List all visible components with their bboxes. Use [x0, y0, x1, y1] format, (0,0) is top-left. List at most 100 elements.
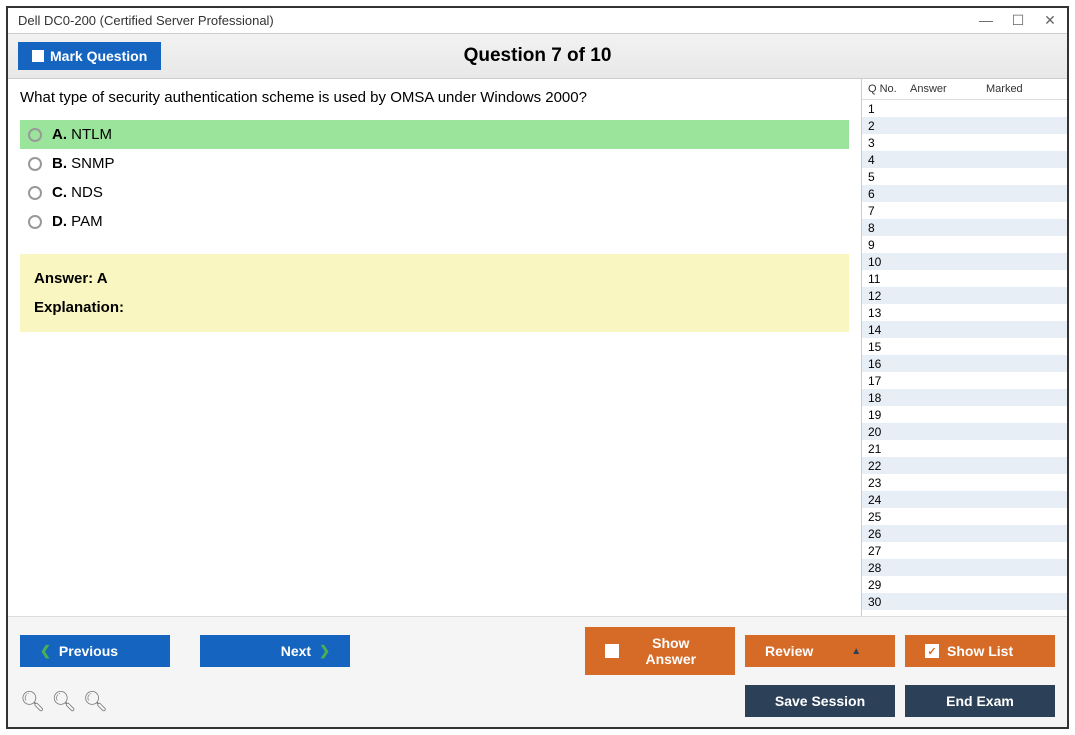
row-qno: 25 [868, 510, 910, 524]
question-row[interactable]: 3 [862, 134, 1067, 151]
close-icon[interactable]: ✕ [1043, 12, 1057, 29]
question-row[interactable]: 1 [862, 100, 1067, 117]
show-answer-button[interactable]: Show Answer [585, 627, 735, 675]
row-qno: 4 [868, 153, 910, 167]
question-row[interactable]: 6 [862, 185, 1067, 202]
row-qno: 5 [868, 170, 910, 184]
previous-button[interactable]: ❮ Previous [20, 635, 170, 667]
row-qno: 16 [868, 357, 910, 371]
window-title: Dell DC0-200 (Certified Server Professio… [18, 13, 274, 28]
end-exam-button[interactable]: End Exam [905, 685, 1055, 717]
checkbox-icon [605, 644, 619, 658]
question-row[interactable]: 5 [862, 168, 1067, 185]
question-row[interactable]: 29 [862, 576, 1067, 593]
maximize-icon[interactable]: ☐ [1011, 12, 1025, 29]
option-A[interactable]: A. NTLM [20, 120, 849, 149]
question-row[interactable]: 10 [862, 253, 1067, 270]
question-row[interactable]: 12 [862, 287, 1067, 304]
row-qno: 2 [868, 119, 910, 133]
row-qno: 11 [868, 272, 910, 286]
next-label: Next [281, 643, 311, 659]
option-C[interactable]: C. NDS [20, 178, 849, 207]
question-row[interactable]: 28 [862, 559, 1067, 576]
checkbox-checked-icon: ✓ [925, 644, 939, 658]
radio-icon [28, 157, 42, 171]
row-qno: 22 [868, 459, 910, 473]
row-qno: 9 [868, 238, 910, 252]
option-text: SNMP [71, 155, 114, 172]
footer-row-1: ❮ Previous Next ❯ Show Answer Review ▲ ✓… [8, 616, 1067, 681]
option-letter: A. [52, 126, 67, 143]
option-letter: B. [52, 155, 67, 172]
minimize-icon[interactable]: — [979, 12, 993, 29]
question-counter: Question 7 of 10 [464, 45, 612, 67]
question-row[interactable]: 2 [862, 117, 1067, 134]
option-B[interactable]: B. SNMP [20, 149, 849, 178]
question-row[interactable]: 19 [862, 406, 1067, 423]
save-session-button[interactable]: Save Session [745, 685, 895, 717]
question-row[interactable]: 21 [862, 440, 1067, 457]
question-row[interactable]: 22 [862, 457, 1067, 474]
row-qno: 10 [868, 255, 910, 269]
zoom-in-icon[interactable]: 🔍︎ [20, 689, 45, 714]
review-button[interactable]: Review ▲ [745, 635, 895, 667]
option-text: PAM [71, 213, 102, 230]
question-row[interactable]: 20 [862, 423, 1067, 440]
answer-label: Answer: A [34, 270, 835, 287]
question-row[interactable]: 9 [862, 236, 1067, 253]
zoom-controls: 🔍︎ 🔍︎ 🔍︎ [20, 689, 108, 714]
show-answer-label: Show Answer [627, 635, 715, 667]
end-exam-label: End Exam [946, 693, 1014, 709]
option-text: NDS [71, 184, 103, 201]
chevron-right-icon: ❯ [319, 643, 330, 659]
question-row[interactable]: 18 [862, 389, 1067, 406]
question-row[interactable]: 23 [862, 474, 1067, 491]
options-list: A. NTLMB. SNMPC. NDSD. PAM [20, 120, 849, 236]
row-qno: 28 [868, 561, 910, 575]
footer-row-2: 🔍︎ 🔍︎ 🔍︎ Save Session End Exam [8, 681, 1067, 727]
question-row[interactable]: 11 [862, 270, 1067, 287]
question-row[interactable]: 17 [862, 372, 1067, 389]
question-row[interactable]: 13 [862, 304, 1067, 321]
question-row[interactable]: 16 [862, 355, 1067, 372]
question-row[interactable]: 7 [862, 202, 1067, 219]
mark-question-button[interactable]: Mark Question [18, 42, 161, 70]
row-qno: 30 [868, 595, 910, 609]
question-row[interactable]: 24 [862, 491, 1067, 508]
zoom-out-icon[interactable]: 🔍︎ [83, 689, 108, 714]
mark-question-label: Mark Question [50, 48, 147, 64]
body: What type of security authentication sch… [8, 79, 1067, 616]
review-label: Review [765, 643, 813, 659]
previous-label: Previous [59, 643, 118, 659]
main-panel: What type of security authentication sch… [8, 79, 861, 616]
sidebar-list[interactable]: 1234567891011121314151617181920212223242… [862, 100, 1067, 616]
question-row[interactable]: 27 [862, 542, 1067, 559]
zoom-reset-icon[interactable]: 🔍︎ [51, 689, 76, 714]
next-button[interactable]: Next ❯ [200, 635, 350, 667]
option-letter: D. [52, 213, 67, 230]
col-qno: Q No. [868, 83, 910, 95]
question-row[interactable]: 8 [862, 219, 1067, 236]
row-qno: 26 [868, 527, 910, 541]
row-qno: 23 [868, 476, 910, 490]
radio-icon [28, 186, 42, 200]
row-qno: 14 [868, 323, 910, 337]
question-row[interactable]: 26 [862, 525, 1067, 542]
row-qno: 27 [868, 544, 910, 558]
question-row[interactable]: 4 [862, 151, 1067, 168]
header-bar: Mark Question Question 7 of 10 [8, 34, 1067, 79]
window-controls: — ☐ ✕ [979, 12, 1057, 29]
row-qno: 15 [868, 340, 910, 354]
row-qno: 21 [868, 442, 910, 456]
question-row[interactable]: 14 [862, 321, 1067, 338]
question-row[interactable]: 25 [862, 508, 1067, 525]
row-qno: 12 [868, 289, 910, 303]
row-qno: 17 [868, 374, 910, 388]
row-qno: 18 [868, 391, 910, 405]
show-list-button[interactable]: ✓ Show List [905, 635, 1055, 667]
question-text: What type of security authentication sch… [20, 89, 849, 106]
option-text: NTLM [71, 126, 112, 143]
question-row[interactable]: 30 [862, 593, 1067, 610]
question-row[interactable]: 15 [862, 338, 1067, 355]
option-D[interactable]: D. PAM [20, 207, 849, 236]
